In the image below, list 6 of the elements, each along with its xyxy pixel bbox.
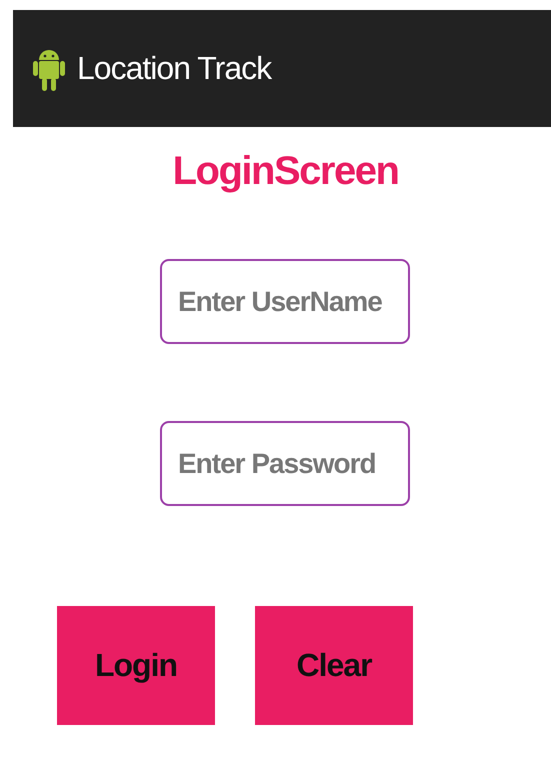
action-button[interactable]: Login: [57, 606, 215, 725]
action-button[interactable]: Clear: [255, 606, 413, 725]
input-field[interactable]: Enter UserName: [160, 259, 410, 344]
app-title: Location Track: [77, 50, 272, 87]
screen-heading: LoginScreen: [172, 149, 400, 194]
input-field[interactable]: Enter Password: [160, 421, 410, 506]
